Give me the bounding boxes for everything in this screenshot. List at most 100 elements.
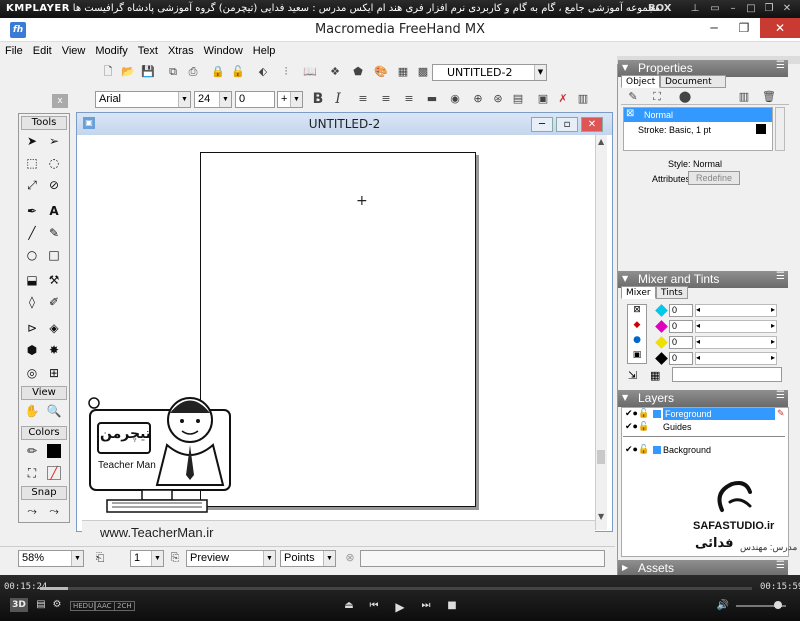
duplicate-icon[interactable]: ▥ [736,89,752,105]
stroke-color-icon[interactable]: ✏ [23,442,41,460]
page-select[interactable]: 1 ▼ [130,550,164,567]
app-restore-button[interactable]: ❐ [730,18,758,38]
panel-options-icon[interactable]: ☰ [776,560,785,571]
box-label[interactable]: BOX [648,3,671,14]
add-stroke-icon[interactable]: ✎ [625,89,641,105]
spelling-icon[interactable]: ✗ [555,91,571,107]
tools-close-button[interactable]: x [52,94,68,108]
shadow-icon[interactable]: ✸ [45,341,63,359]
vertical-scroll-thumb[interactable] [597,450,605,464]
add-effect-icon[interactable]: ⬤ [677,89,693,105]
stroke-color-swatch[interactable] [756,124,766,134]
pencil-icon[interactable]: ✎ [45,224,63,242]
layers-header[interactable]: Layers [618,390,788,407]
leading-mode-select[interactable]: + ▼ [277,91,303,108]
volume-knob[interactable] [774,601,782,609]
layer-visible-icon[interactable]: ✔●🔓 [625,408,649,419]
text-editor-icon[interactable]: ▣ [535,91,551,107]
doc-minimize-button[interactable]: ─ [531,117,553,132]
view-mode-select[interactable]: Preview ▼ [186,550,276,567]
layer-name[interactable]: Background [663,444,711,456]
subselect-icon[interactable]: ➢ [45,132,63,150]
layer-name[interactable]: Guides [663,421,692,433]
leading-field[interactable]: 0 [235,91,275,108]
knife-icon[interactable]: ⚒ [45,271,63,289]
expand-triangle-icon[interactable]: ▼ [622,393,628,402]
redefine-button[interactable]: Redefine [688,171,740,185]
text-tool-icon[interactable]: A [45,202,63,220]
menu-file[interactable]: File [0,42,28,60]
player-close-button[interactable]: ✕ [780,2,794,15]
align-right-icon[interactable]: ≡ [401,91,417,107]
slider-right-icon[interactable]: ▸ [771,337,775,346]
extrude-icon[interactable]: ⬢ [23,341,41,359]
styles-icon[interactable]: ⬟ [350,64,366,80]
cyan-value[interactable]: 0 [669,304,693,317]
library-icon[interactable]: 📖 [302,64,318,80]
eyedropper-icon[interactable]: ⊘ [45,176,63,194]
columns-icon[interactable]: ▥ [575,91,591,107]
text-wrap-icon[interactable]: ◉ [447,91,463,107]
layer-row-foreground[interactable]: ✔●🔓 Foreground ✎ [623,408,785,420]
menu-window[interactable]: Window [199,42,248,60]
settings-icon[interactable]: ⚙ [50,599,64,610]
doc-restore-button[interactable]: ▫ [556,117,578,132]
convert-to-paths-icon[interactable]: ▤ [510,91,526,107]
unlock-icon[interactable]: 🔓 [230,64,246,80]
pen-icon[interactable]: ✒ [23,202,41,220]
hls-icon[interactable]: ● [628,335,646,350]
add-to-swatches-icon[interactable]: ⇲ [628,369,637,382]
brush-icon[interactable]: ✐ [45,293,63,311]
player-minimize-button[interactable]: – [726,2,740,15]
align-icon[interactable]: ⫶ [278,64,294,80]
scroll-down-icon[interactable]: ▼ [598,512,604,521]
color-preview[interactable] [672,367,782,382]
panel-options-icon[interactable]: ☰ [776,60,785,71]
cancel-icon[interactable]: ⊗ [342,550,358,566]
tab-document[interactable]: Document [660,75,726,88]
scroll-up-icon[interactable]: ▲ [598,137,604,146]
fill-color-icon[interactable]: ⛶ [23,464,41,482]
rgb-icon[interactable]: ◆ [628,320,646,335]
app-minimize-button[interactable]: ─ [700,18,728,38]
lasso-icon[interactable]: ◌ [45,154,63,172]
align-center-icon[interactable]: ≡ [378,91,394,107]
doc-close-button[interactable]: ✕ [581,117,603,132]
pin-icon[interactable]: ⊥ [688,2,702,15]
menu-view[interactable]: View [57,42,91,60]
justify-icon[interactable]: ▬ [424,91,440,107]
previous-icon[interactable]: ⏮ [367,600,381,611]
eject-icon[interactable]: ⏏ [342,600,356,611]
menu-help[interactable]: Help [248,42,281,60]
symbols-icon[interactable]: ❖ [327,64,343,80]
delete-icon[interactable]: 🗑 [761,89,777,105]
color-model-buttons[interactable]: ⊠ ◆ ● ▣ [627,304,647,364]
next-icon[interactable]: ⏭ [419,600,433,611]
color-palette-icon[interactable]: 🎨 [373,64,389,80]
yellow-value[interactable]: 0 [669,336,693,349]
font-size-field[interactable]: 24 ▼ [194,91,232,108]
layer-visible-icon[interactable]: ✔●🔓 [625,421,649,432]
magenta-slider[interactable] [695,320,777,333]
panel-options-icon[interactable]: ☰ [776,271,785,282]
rectangle-icon[interactable]: □ [45,246,63,264]
blend-icon[interactable]: ⊳ [23,319,41,337]
pointer-icon[interactable]: ➤ [23,132,41,150]
stroke-swatch[interactable] [47,444,61,458]
bold-icon[interactable]: B [310,91,326,107]
slider-left-icon[interactable]: ◂ [696,353,700,362]
layer-row-background[interactable]: ✔●🔓 Background [623,444,785,456]
export-icon[interactable]: ⎙ [185,64,201,80]
tab-object[interactable]: Object [621,75,661,88]
layer-row-guides[interactable]: ✔●🔓 Guides [623,421,785,433]
layer-color-swatch[interactable] [653,446,661,454]
tints-icon[interactable]: ▩ [415,64,431,80]
save-icon[interactable]: 💾 [140,64,156,80]
snap-to-point-icon[interactable]: ⤳ [23,502,41,520]
properties-item-stroke[interactable]: Stroke: Basic, 1 pt [638,124,711,136]
black-slider[interactable] [695,352,777,365]
tab-tints[interactable]: Tints [656,286,688,299]
expand-triangle-icon[interactable]: ▼ [622,274,628,283]
badge-3d[interactable]: 3D [10,598,28,612]
transparency-icon[interactable]: ◈ [45,319,63,337]
